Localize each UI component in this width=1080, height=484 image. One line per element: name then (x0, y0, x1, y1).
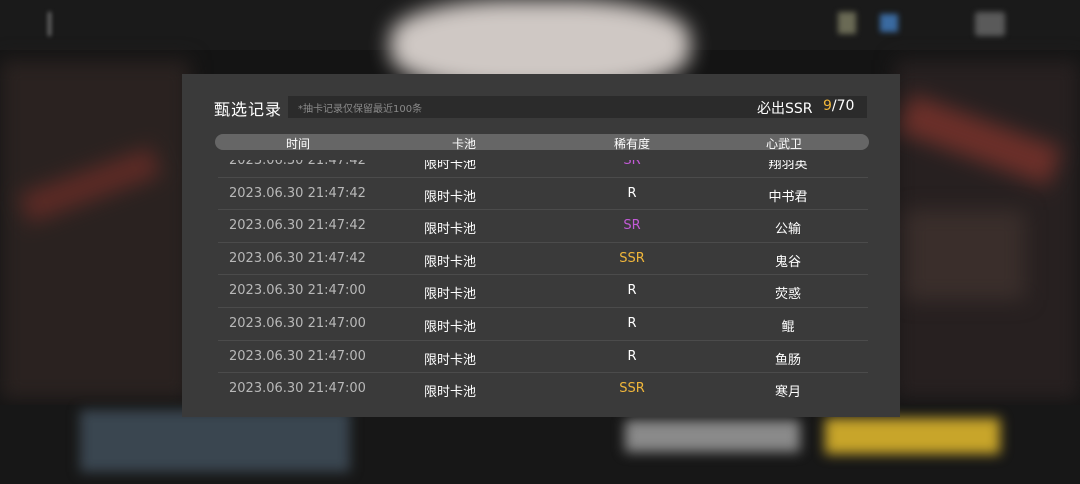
row-time: 2023.06.30 21:47:42 (229, 160, 366, 168)
history-limit-note: *抽卡记录仅保留最近100条 (298, 104, 423, 115)
row-character: 翔羽英 (768, 160, 808, 172)
column-header-pool: 卡池 (451, 137, 477, 151)
background-multi-draw-button (825, 418, 1000, 454)
row-character: 寒月 (774, 385, 802, 400)
table-row: 2023.06.30 21:47:42 限时卡池 R 中书君 (218, 178, 868, 211)
row-rarity: R (627, 283, 637, 299)
row-rarity: SSR (619, 250, 645, 266)
row-character: 鱼肠 (774, 352, 802, 368)
row-pool: 限时卡池 (423, 385, 477, 400)
pity-max: 70 (836, 98, 855, 114)
row-rarity: SR (623, 160, 641, 168)
row-character: 中书君 (768, 189, 808, 205)
row-rarity: R (627, 348, 637, 364)
gacha-history-dialog: 甄选记录 *抽卡记录仅保留最近100条 必出SSR 9/70 时间 卡池 稀有度… (182, 74, 900, 417)
row-pool: 限时卡池 (423, 254, 477, 270)
row-time: 2023.06.30 21:47:00 (229, 283, 366, 299)
column-header-time: 时间 (285, 137, 311, 151)
pity-counter: 9/70 (823, 98, 854, 114)
dialog-title: 甄选记录 (214, 100, 283, 119)
row-pool: 限时卡池 (423, 160, 477, 172)
row-character: 鬼谷 (774, 254, 802, 270)
row-time: 2023.06.30 21:47:42 (229, 250, 366, 266)
table-header: 时间 卡池 稀有度 心武卫 (215, 134, 869, 151)
row-rarity: R (627, 185, 637, 201)
table-row: 2023.06.30 21:47:42 限时卡池 SSR 鬼谷 (218, 243, 868, 276)
row-rarity: SR (623, 218, 641, 234)
row-rarity: SSR (619, 381, 645, 397)
menu-icon (975, 12, 1005, 36)
row-pool: 限时卡池 (423, 222, 477, 238)
background-single-draw-button (625, 420, 800, 452)
table-row: 2023.06.30 21:47:00 限时卡池 R 鱼肠 (218, 341, 868, 374)
row-character: 公输 (774, 222, 802, 238)
currency-icon (838, 12, 856, 34)
table-row: 2023.06.30 21:47:00 限时卡池 R 荧惑 (218, 275, 868, 308)
pity-label: 必出SSR (757, 101, 813, 117)
table-row: 2023.06.30 21:47:42 限时卡池 SR 翔羽英 (218, 160, 868, 178)
row-character: 荧惑 (774, 287, 802, 303)
gem-icon (880, 14, 898, 32)
column-header-rarity: 稀有度 (613, 137, 651, 151)
row-pool: 限时卡池 (423, 189, 477, 205)
row-time: 2023.06.30 21:47:00 (229, 315, 366, 331)
history-list[interactable]: 2023.06.30 21:47:42 限时卡池 SR 翔羽英 2023.06.30 2… (218, 160, 868, 400)
row-pool: 限时卡池 (423, 319, 477, 335)
history-rows: 2023.06.30 21:47:42 限时卡池 SR 翔羽英 2023.06.30 2… (218, 160, 868, 400)
table-row: 2023.06.30 21:47:42 限时卡池 SR 公输 (218, 210, 868, 243)
row-time: 2023.06.30 21:47:00 (229, 348, 366, 364)
table-row: 2023.06.30 21:47:00 限时卡池 SSR 寒月 (218, 373, 868, 400)
row-character: 鲲 (781, 319, 795, 335)
row-time: 2023.06.30 21:47:00 (229, 381, 366, 397)
back-arrow-icon (48, 12, 71, 36)
row-rarity: R (627, 315, 637, 331)
row-pool: 限时卡池 (423, 287, 477, 303)
pity-current: 9 (823, 98, 832, 114)
background-detail (905, 210, 1025, 300)
background-left-scene (0, 60, 190, 400)
column-header-character: 心武卫 (765, 137, 803, 151)
row-time: 2023.06.30 21:47:42 (229, 185, 366, 201)
row-time: 2023.06.30 21:47:42 (229, 218, 366, 234)
table-row: 2023.06.30 21:47:00 限时卡池 R 鲲 (218, 308, 868, 341)
row-pool: 限时卡池 (423, 352, 477, 368)
background-banner-card (80, 410, 350, 472)
